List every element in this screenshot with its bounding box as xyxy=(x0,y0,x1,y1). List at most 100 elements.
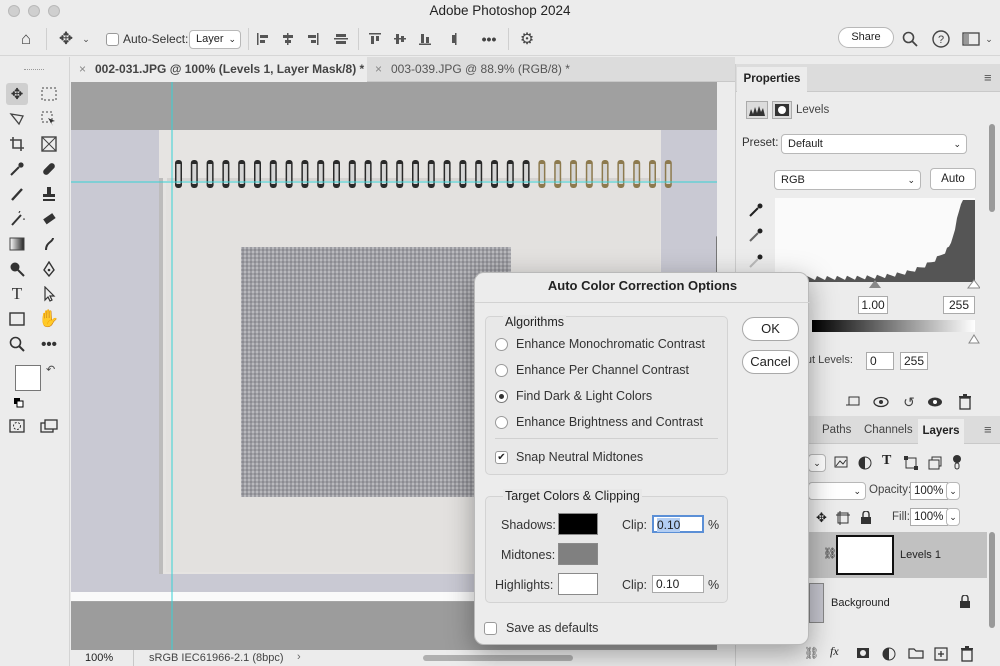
auto-button[interactable]: Auto xyxy=(930,168,976,190)
align-top-icon[interactable] xyxy=(366,28,384,50)
preset-select[interactable]: Default ⌄ xyxy=(781,134,967,154)
filter-type-icon[interactable]: T xyxy=(882,453,891,469)
option-monochromatic[interactable]: Enhance Monochromatic Contrast xyxy=(495,335,720,355)
filter-smart-object-icon[interactable] xyxy=(928,456,942,473)
auto-select-checkbox[interactable] xyxy=(106,33,119,46)
healing-brush-tool-icon[interactable] xyxy=(38,158,60,180)
align-middle-icon[interactable] xyxy=(391,28,409,50)
screen-mode-icon[interactable] xyxy=(38,415,60,437)
channel-select[interactable]: RGB ⌄ xyxy=(774,170,921,190)
gradient-tool-icon[interactable] xyxy=(6,233,28,255)
panel-menu-icon[interactable]: ≡ xyxy=(984,70,992,85)
crop-tool-icon[interactable] xyxy=(6,133,28,155)
close-tab-icon[interactable]: × xyxy=(375,57,382,82)
tab-channels[interactable]: Channels xyxy=(864,424,913,436)
opacity-input[interactable]: 100% xyxy=(910,482,948,500)
tab-paths[interactable]: Paths xyxy=(822,424,851,436)
radio-per-channel[interactable] xyxy=(495,364,508,377)
align-right-icon[interactable] xyxy=(304,28,322,50)
frame-tool-icon[interactable] xyxy=(38,133,60,155)
zoom-tool-icon[interactable] xyxy=(6,333,28,355)
shadows-clip-input[interactable]: 0.10 xyxy=(652,515,704,533)
gear-icon[interactable]: ⚙ xyxy=(516,28,538,50)
gray-point-eyedropper-icon[interactable] xyxy=(748,227,764,246)
tab-document-2[interactable]: × 003-039.JPG @ 88.9% (RGB/8) * xyxy=(367,57,667,82)
foreground-color-swatch[interactable] xyxy=(15,365,41,391)
highlights-clip-input[interactable]: 0.10 xyxy=(652,575,704,593)
properties-scrollbar[interactable] xyxy=(989,124,995,212)
hand-tool-icon[interactable]: ✋ xyxy=(38,308,60,330)
layers-scrollbar[interactable] xyxy=(989,532,995,628)
adjustment-layer-icon[interactable] xyxy=(882,647,896,664)
tab-properties[interactable]: Properties xyxy=(737,67,807,93)
ok-button[interactable]: OK xyxy=(742,317,799,341)
layer-name[interactable]: Levels 1 xyxy=(900,549,941,561)
save-defaults-checkbox[interactable] xyxy=(484,622,497,635)
output-high-input[interactable]: 255 xyxy=(900,352,928,370)
filter-image-icon[interactable] xyxy=(834,456,848,471)
option-per-channel[interactable]: Enhance Per Channel Contrast xyxy=(495,361,720,381)
chevron-right-icon[interactable]: › xyxy=(297,651,301,663)
history-brush-tool-icon[interactable] xyxy=(6,208,28,230)
opacity-dropdown[interactable]: ⌄ xyxy=(946,482,960,500)
blend-mode-select[interactable]: ⌄ xyxy=(808,482,866,500)
brush-tool-icon[interactable] xyxy=(6,183,28,205)
move-tool-icon[interactable]: ✥ xyxy=(54,28,78,50)
align-left-icon[interactable] xyxy=(254,28,272,50)
more-tools-icon[interactable]: ••• xyxy=(38,333,60,355)
search-icon[interactable] xyxy=(900,28,920,50)
group-folder-icon[interactable] xyxy=(908,647,924,662)
layer-row-background[interactable]: Background xyxy=(809,580,987,626)
tab-document-1[interactable]: × 002-031.JPG @ 100% (Levels 1, Layer Ma… xyxy=(71,57,367,82)
color-profile-info[interactable]: sRGB IEC61966-2.1 (8bpc) xyxy=(149,652,284,664)
highlights-color-swatch[interactable] xyxy=(558,573,598,595)
dodge-tool-icon[interactable] xyxy=(6,258,28,280)
lasso-tool-icon[interactable] xyxy=(6,108,28,130)
snap-checkbox[interactable]: ✔ xyxy=(495,451,508,464)
layer-mask-thumbnail[interactable] xyxy=(836,535,894,575)
shadows-color-swatch[interactable] xyxy=(558,513,598,535)
output-white-slider[interactable] xyxy=(968,334,980,346)
add-mask-icon[interactable] xyxy=(856,647,870,662)
eyedropper-tool-icon[interactable] xyxy=(6,158,28,180)
midtone-input[interactable]: 1.00 xyxy=(858,296,888,314)
layer-thumbnail[interactable] xyxy=(809,583,824,623)
midtones-color-swatch[interactable] xyxy=(558,543,598,565)
lock-all-icon[interactable] xyxy=(860,510,872,528)
filter-adjustment-icon[interactable] xyxy=(858,456,872,473)
default-colors-icon[interactable] xyxy=(14,397,24,408)
object-select-tool-icon[interactable] xyxy=(38,108,60,130)
chevron-down-icon[interactable]: ⌄ xyxy=(80,28,92,50)
zoom-window-button[interactable] xyxy=(48,5,60,17)
cancel-button[interactable]: Cancel xyxy=(742,350,799,374)
close-window-button[interactable] xyxy=(8,5,20,17)
fill-input[interactable]: 100% xyxy=(910,508,948,526)
tab-layers[interactable]: Layers xyxy=(918,419,964,445)
lock-position-icon[interactable]: ✥ xyxy=(816,510,827,526)
white-point-eyedropper-icon[interactable] xyxy=(748,253,764,272)
black-point-eyedropper-icon[interactable] xyxy=(748,202,764,221)
eraser-tool-icon[interactable] xyxy=(38,208,60,230)
share-button[interactable]: Share xyxy=(838,27,894,48)
fill-dropdown[interactable]: ⌄ xyxy=(946,508,960,526)
chevron-down-icon[interactable]: ⌄ xyxy=(982,28,996,50)
pen-tool-icon[interactable] xyxy=(38,258,60,280)
quick-mask-icon[interactable] xyxy=(6,415,28,437)
auto-select-target-select[interactable]: Layer ⌄ xyxy=(189,30,241,49)
reset-icon[interactable]: ↺ xyxy=(900,393,918,411)
new-layer-icon[interactable] xyxy=(934,647,948,664)
radio-brightness-contrast[interactable] xyxy=(495,416,508,429)
stamp-tool-icon[interactable] xyxy=(38,183,60,205)
more-options-icon[interactable]: ••• xyxy=(478,28,500,50)
zoom-level[interactable]: 100% xyxy=(85,652,113,664)
close-tab-icon[interactable]: × xyxy=(79,57,86,82)
canvas-horizontal-scrollbar[interactable] xyxy=(423,655,573,661)
link-chain-icon[interactable]: ⛓ xyxy=(823,547,837,560)
minimize-window-button[interactable] xyxy=(28,5,40,17)
layer-name[interactable]: Background xyxy=(831,597,890,609)
radio-dark-light[interactable] xyxy=(495,390,508,403)
move-tool-icon[interactable]: ✥ xyxy=(6,83,28,105)
radio-monochromatic[interactable] xyxy=(495,338,508,351)
option-brightness-contrast[interactable]: Enhance Brightness and Contrast xyxy=(495,413,720,433)
marquee-tool-icon[interactable] xyxy=(38,83,60,105)
